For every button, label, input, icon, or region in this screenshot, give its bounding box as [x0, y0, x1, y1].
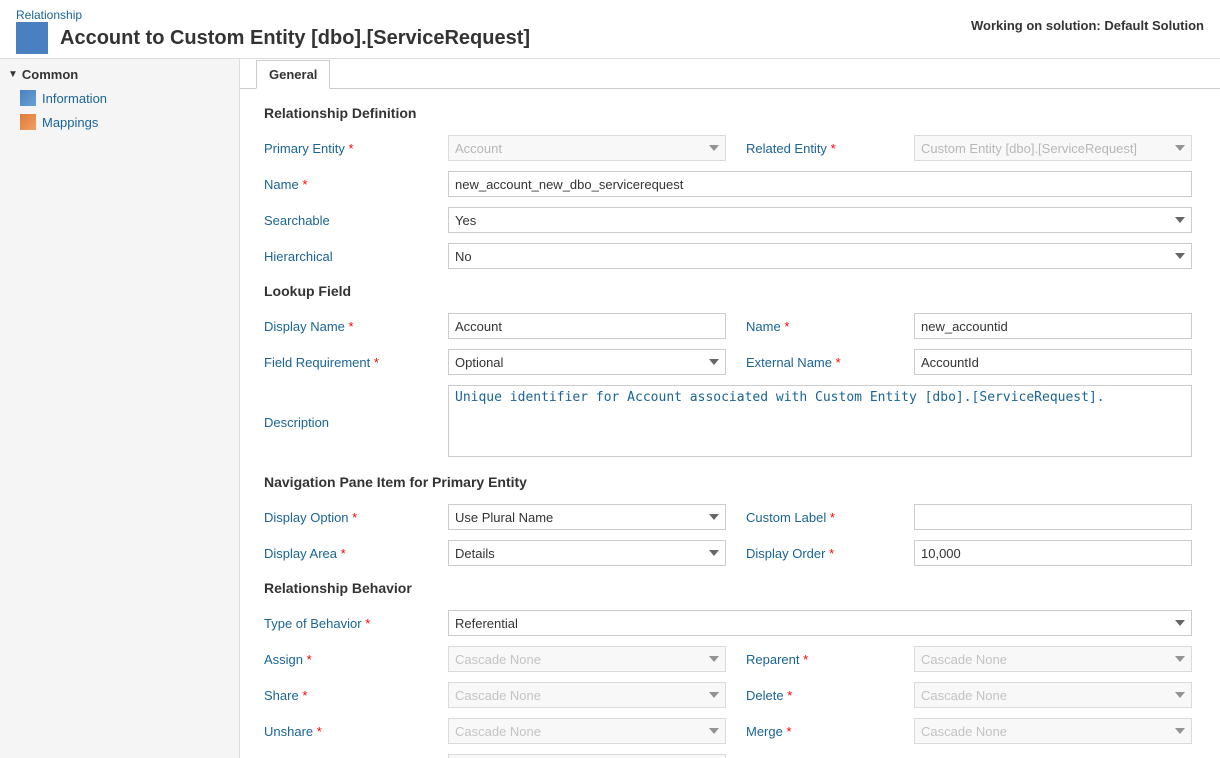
display-option-select[interactable]: Use Plural Name Use Custom Label Do Not …	[448, 504, 726, 530]
information-icon	[20, 90, 36, 106]
share-select[interactable]: Cascade None	[448, 682, 726, 708]
lookup-display-name-required: *	[349, 319, 354, 334]
external-name-input[interactable]	[914, 349, 1192, 375]
related-entity-select[interactable]: Custom Entity [dbo].[ServiceRequest]	[914, 135, 1192, 161]
display-option-label: Display Option *	[264, 506, 444, 529]
name-input[interactable]	[448, 171, 1192, 197]
share-label: Share *	[264, 684, 444, 707]
lookup-display-name-label: Display Name *	[264, 315, 444, 338]
type-of-behavior-required: *	[365, 616, 370, 631]
reparent-required: *	[803, 652, 808, 667]
delete-required: *	[787, 688, 792, 703]
reparent-select[interactable]: Cascade None	[914, 646, 1192, 672]
display-order-required: *	[829, 546, 834, 561]
section-title-behavior: Relationship Behavior	[264, 580, 1196, 596]
solution-info: Working on solution: Default Solution	[971, 18, 1204, 33]
delete-select[interactable]: Cascade None	[914, 682, 1192, 708]
lookup-name-input[interactable]	[914, 313, 1192, 339]
custom-label-required: *	[830, 510, 835, 525]
description-label: Description	[264, 411, 444, 434]
sidebar-item-mappings-label: Mappings	[42, 115, 98, 130]
hierarchical-label: Hierarchical	[264, 245, 444, 268]
description-textarea[interactable]: Unique identifier for Account associated…	[448, 385, 1192, 457]
primary-entity-select[interactable]: Account	[448, 135, 726, 161]
mappings-icon	[20, 114, 36, 130]
primary-entity-label: Primary Entity *	[264, 137, 444, 160]
lookup-display-name-input[interactable]	[448, 313, 726, 339]
display-area-label: Display Area *	[264, 542, 444, 565]
sidebar-item-mappings[interactable]: Mappings	[0, 110, 239, 134]
type-of-behavior-select[interactable]: Referential Parental Configurable Cascad…	[448, 610, 1192, 636]
field-requirement-label: Field Requirement *	[264, 351, 444, 374]
page-title: Account to Custom Entity [dbo].[ServiceR…	[60, 27, 530, 50]
assign-label: Assign *	[264, 648, 444, 671]
display-order-label: Display Order *	[730, 542, 910, 565]
searchable-label: Searchable	[264, 209, 444, 232]
related-entity-required: *	[831, 141, 836, 156]
merge-required: *	[786, 724, 791, 739]
field-requirement-required: *	[374, 355, 379, 370]
display-area-required: *	[341, 546, 346, 561]
unshare-required: *	[317, 724, 322, 739]
unshare-select[interactable]: Cascade None	[448, 718, 726, 744]
type-of-behavior-label: Type of Behavior *	[264, 612, 444, 635]
field-requirement-select[interactable]: Optional Required Recommended	[448, 349, 726, 375]
rollup-view-select[interactable]: Cascade None	[448, 754, 726, 758]
display-order-input[interactable]	[914, 540, 1192, 566]
display-area-select[interactable]: Details Marketing Sales Service	[448, 540, 726, 566]
assign-select[interactable]: Cascade None	[448, 646, 726, 672]
external-name-label: External Name *	[730, 351, 910, 374]
related-entity-label: Related Entity *	[730, 137, 910, 160]
share-required: *	[302, 688, 307, 703]
section-title-relationship: Relationship Definition	[264, 105, 1196, 121]
display-option-required: *	[352, 510, 357, 525]
sidebar-item-information-label: Information	[42, 91, 107, 106]
name-label: Name *	[264, 173, 444, 196]
sidebar-triangle-icon: ▼	[8, 69, 18, 80]
lookup-name-required: *	[784, 319, 789, 334]
section-title-lookup: Lookup Field	[264, 283, 1196, 299]
custom-label-label: Custom Label *	[730, 506, 910, 529]
sidebar-item-information[interactable]: Information	[0, 86, 239, 110]
searchable-select[interactable]: Yes No	[448, 207, 1192, 233]
delete-label: Delete *	[730, 684, 910, 707]
external-name-required: *	[836, 355, 841, 370]
hierarchical-select[interactable]: No Yes	[448, 243, 1192, 269]
merge-label: Merge *	[730, 720, 910, 743]
reparent-label: Reparent *	[730, 648, 910, 671]
tab-general[interactable]: General	[256, 60, 330, 89]
lookup-name-label: Name *	[730, 315, 910, 338]
title-icon	[16, 22, 48, 54]
unshare-label: Unshare *	[264, 720, 444, 743]
section-title-navigation: Navigation Pane Item for Primary Entity	[264, 474, 1196, 490]
assign-required: *	[307, 652, 312, 667]
primary-entity-required: *	[349, 141, 354, 156]
custom-label-input[interactable]	[914, 504, 1192, 530]
merge-select[interactable]: Cascade None	[914, 718, 1192, 744]
sidebar-section-label: Common	[22, 67, 78, 82]
name-required: *	[302, 177, 307, 192]
